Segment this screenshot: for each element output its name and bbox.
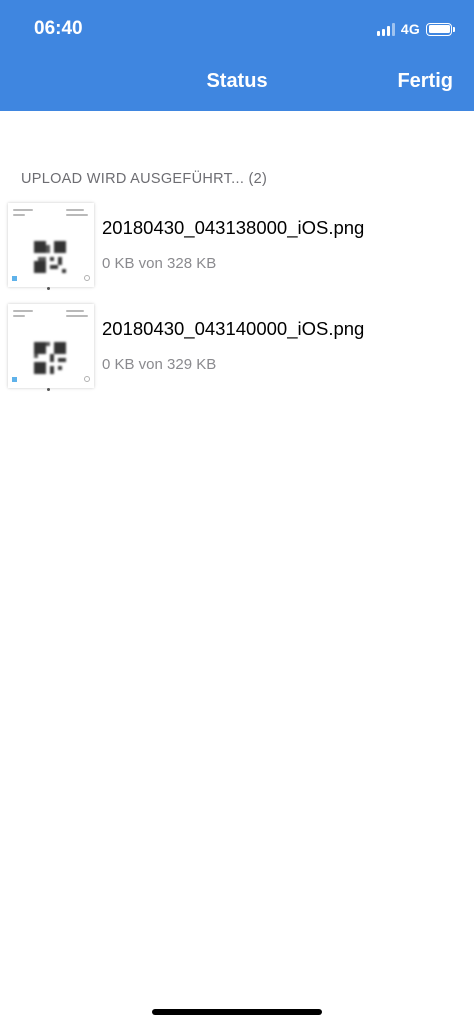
app-header: 06:40 4G Status Fertig bbox=[0, 0, 474, 111]
file-thumbnail bbox=[8, 304, 94, 391]
status-time: 06:40 bbox=[34, 18, 83, 39]
battery-icon bbox=[426, 22, 455, 36]
status-indicators: 4G bbox=[376, 19, 455, 39]
upload-progress: 0 KB von 328 KB bbox=[102, 255, 217, 272]
file-name: 20180430_043140000_iOS.png bbox=[102, 318, 365, 339]
file-name: 20180430_043138000_iOS.png bbox=[102, 217, 365, 238]
home-indicator[interactable] bbox=[152, 1009, 322, 1015]
upload-item[interactable]: 20180430_043138000_iOS.png 0 KB von 328 … bbox=[0, 200, 474, 301]
qr-code-icon bbox=[34, 342, 66, 374]
done-button[interactable]: Fertig bbox=[397, 70, 453, 93]
qr-code-icon bbox=[34, 241, 66, 273]
signal-bars-icon bbox=[376, 22, 395, 36]
upload-progress: 0 KB von 329 KB bbox=[102, 356, 217, 373]
file-thumbnail bbox=[8, 203, 94, 290]
network-type: 4G bbox=[400, 21, 420, 37]
section-header: UPLOAD WIRD AUSGEFÜHRT... (2) bbox=[21, 171, 268, 187]
upload-item[interactable]: 20180430_043140000_iOS.png 0 KB von 329 … bbox=[0, 301, 474, 402]
upload-list: 20180430_043138000_iOS.png 0 KB von 328 … bbox=[0, 200, 474, 402]
